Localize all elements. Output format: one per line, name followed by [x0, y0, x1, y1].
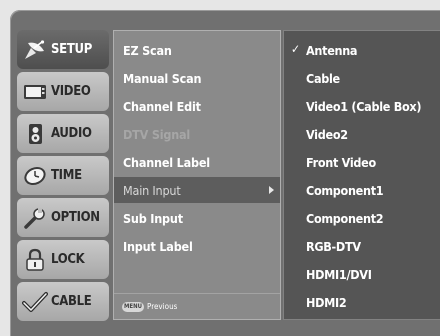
- category-label: CABLE: [51, 294, 92, 309]
- option-component1[interactable]: Component1: [284, 177, 440, 203]
- submenu-item-channel-edit[interactable]: Channel Edit: [114, 93, 280, 119]
- option-cable[interactable]: Cable: [284, 65, 440, 91]
- option-hdmi1-dvi[interactable]: HDMI1/DVI: [284, 261, 440, 287]
- setup-submenu: EZ Scan Manual Scan Channel Edit DTV Sig…: [113, 30, 281, 320]
- option-video1[interactable]: Video1 (Cable Box): [284, 93, 440, 119]
- submenu-item-input-label[interactable]: Input Label: [114, 233, 280, 259]
- option-antenna[interactable]: ✓ Antenna: [284, 37, 440, 63]
- category-label: LOCK: [51, 252, 85, 267]
- category-video[interactable]: VIDEO: [17, 72, 109, 111]
- submenu-item-manual-scan[interactable]: Manual Scan: [114, 65, 280, 91]
- category-label: AUDIO: [51, 126, 92, 141]
- category-menu: SETUP VIDEO AUDIO TIME OPTION LOCK CABLE: [17, 30, 109, 321]
- option-label: Cable: [306, 70, 340, 86]
- submenu-item-label: DTV Signal: [123, 126, 191, 142]
- category-lock[interactable]: LOCK: [17, 240, 109, 279]
- submenu-item-label: Input Label: [123, 238, 193, 254]
- category-audio[interactable]: AUDIO: [17, 114, 109, 153]
- category-label: VIDEO: [51, 84, 91, 99]
- option-video2[interactable]: Video2: [284, 121, 440, 147]
- option-label: Antenna: [306, 42, 358, 58]
- option-label: Front Video: [306, 154, 376, 170]
- clock-icon: [21, 164, 49, 188]
- option-label: Video1 (Cable Box): [306, 98, 422, 114]
- option-label: Component1: [306, 182, 384, 198]
- option-rgb-dtv[interactable]: RGB-DTV: [284, 233, 440, 259]
- satellite-dish-icon: [21, 38, 49, 62]
- option-label: Video2: [306, 126, 348, 142]
- category-option[interactable]: OPTION: [17, 198, 109, 237]
- category-setup[interactable]: SETUP: [17, 30, 109, 69]
- checkmark-icon: ✓: [291, 42, 300, 56]
- submenu-item-label: Sub Input: [123, 210, 183, 226]
- submenu-item-label: Main Input: [123, 182, 181, 198]
- option-component2[interactable]: Component2: [284, 205, 440, 231]
- chevron-right-icon: [269, 186, 274, 194]
- menu-key-icon: MENU: [122, 301, 144, 312]
- category-label: TIME: [51, 168, 82, 183]
- cable-check-icon: [21, 290, 49, 314]
- option-label: HDMI1/DVI: [306, 266, 372, 282]
- category-time[interactable]: TIME: [17, 156, 109, 195]
- padlock-icon: [21, 248, 49, 272]
- main-input-options: ✓ Antenna Cable Video1 (Cable Box) Video…: [283, 30, 440, 320]
- submenu-item-label: Channel Edit: [123, 98, 201, 114]
- speaker-icon: [21, 122, 49, 146]
- category-label: OPTION: [51, 210, 100, 225]
- submenu-item-label: EZ Scan: [123, 42, 172, 58]
- previous-label: Previous: [147, 302, 178, 311]
- wrench-icon: [21, 206, 49, 230]
- category-cable[interactable]: CABLE: [17, 282, 109, 321]
- option-hdmi2[interactable]: HDMI2: [284, 289, 440, 315]
- option-label: HDMI2: [306, 294, 347, 310]
- submenu-item-label: Manual Scan: [123, 70, 202, 86]
- previous-hint: MENU Previous: [114, 293, 280, 319]
- submenu-item-dtv-signal: DTV Signal: [114, 121, 280, 147]
- tv-screen-icon: [21, 80, 49, 104]
- submenu-item-sub-input[interactable]: Sub Input: [114, 205, 280, 231]
- option-label: RGB-DTV: [306, 238, 361, 254]
- category-label: SETUP: [51, 42, 92, 57]
- submenu-item-channel-label[interactable]: Channel Label: [114, 149, 280, 175]
- submenu-item-label: Channel Label: [123, 154, 210, 170]
- option-label: Component2: [306, 210, 384, 226]
- option-front-video[interactable]: Front Video: [284, 149, 440, 175]
- submenu-item-ez-scan[interactable]: EZ Scan: [114, 37, 280, 63]
- submenu-item-main-input[interactable]: Main Input: [114, 177, 280, 203]
